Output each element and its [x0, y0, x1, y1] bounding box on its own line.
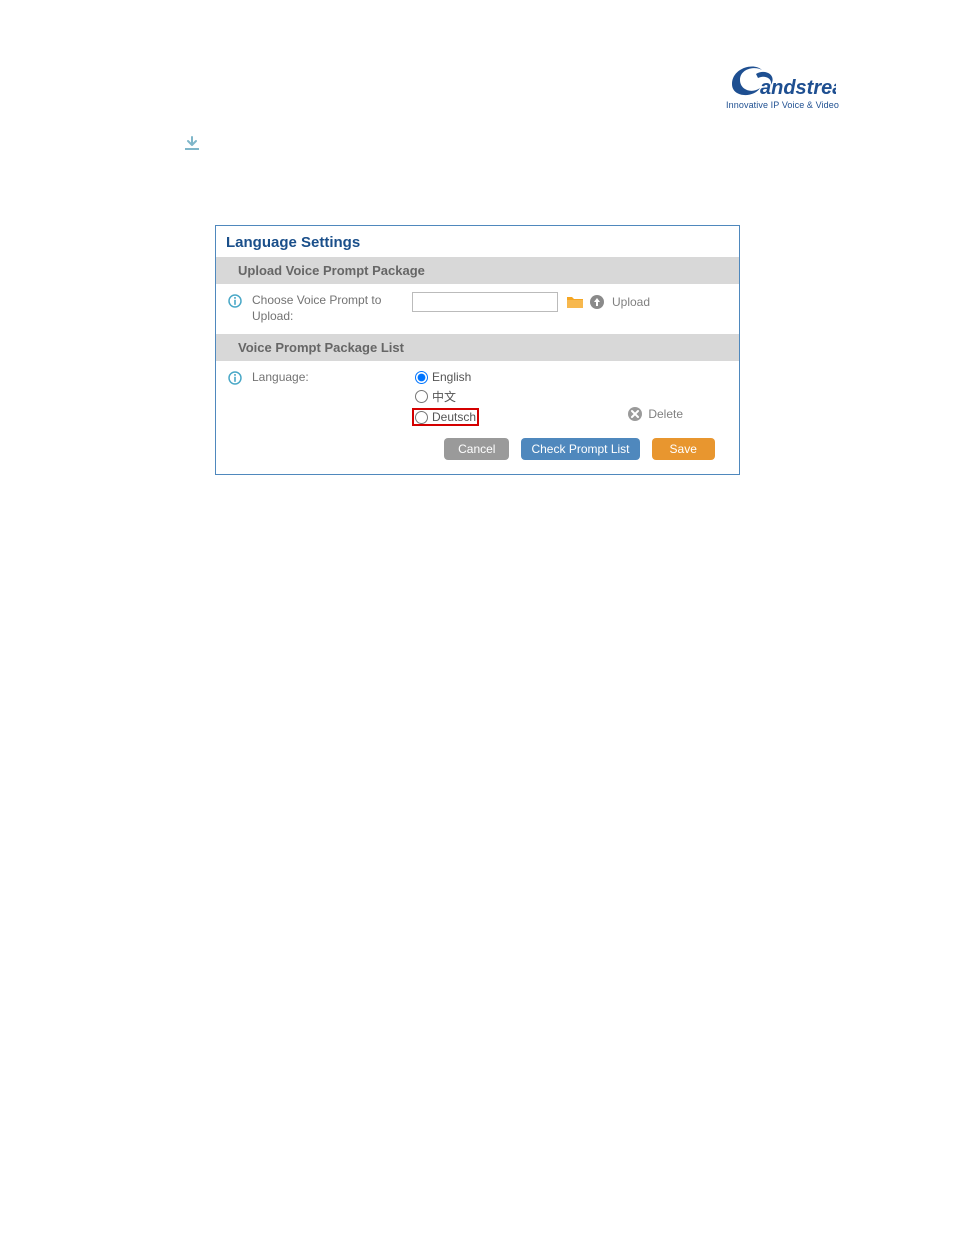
radio-chinese-input[interactable] [415, 390, 428, 403]
radio-deutsch-label: Deutsch [432, 410, 476, 424]
radio-chinese-label: 中文 [432, 388, 456, 405]
panel-title: Language Settings [216, 226, 739, 257]
cancel-button[interactable]: Cancel [444, 438, 509, 460]
grandstream-logo: andstream Innovative IP Voice & Video [726, 60, 839, 110]
upload-label: Choose Voice Prompt to Upload: [252, 292, 412, 324]
delete-button[interactable]: Delete [628, 407, 683, 421]
upload-section-header: Upload Voice Prompt Package [216, 257, 739, 284]
language-settings-panel: Language Settings Upload Voice Prompt Pa… [215, 225, 740, 475]
info-icon [228, 294, 246, 308]
radio-english-label: English [432, 370, 471, 384]
upload-button-label[interactable]: Upload [612, 295, 650, 309]
radio-english-input[interactable] [415, 371, 428, 384]
radio-chinese[interactable]: 中文 [412, 387, 479, 406]
save-button[interactable]: Save [652, 438, 715, 460]
delete-label: Delete [648, 407, 683, 421]
check-prompt-list-button[interactable]: Check Prompt List [521, 438, 639, 460]
button-row: Cancel Check Prompt List Save [216, 430, 739, 474]
upload-icon[interactable] [590, 295, 604, 309]
upload-file-input[interactable] [412, 292, 558, 312]
info-icon [228, 371, 246, 385]
delete-icon [628, 407, 642, 421]
language-label: Language: [252, 369, 412, 385]
radio-deutsch[interactable]: Deutsch [412, 408, 479, 426]
list-section-header: Voice Prompt Package List [216, 334, 739, 361]
radio-deutsch-input[interactable] [415, 411, 428, 424]
download-icon[interactable] [183, 135, 201, 158]
radio-english[interactable]: English [412, 369, 479, 385]
svg-text:andstream: andstream [760, 77, 836, 99]
logo-tagline: Innovative IP Voice & Video [726, 100, 839, 110]
folder-icon[interactable] [566, 295, 582, 309]
